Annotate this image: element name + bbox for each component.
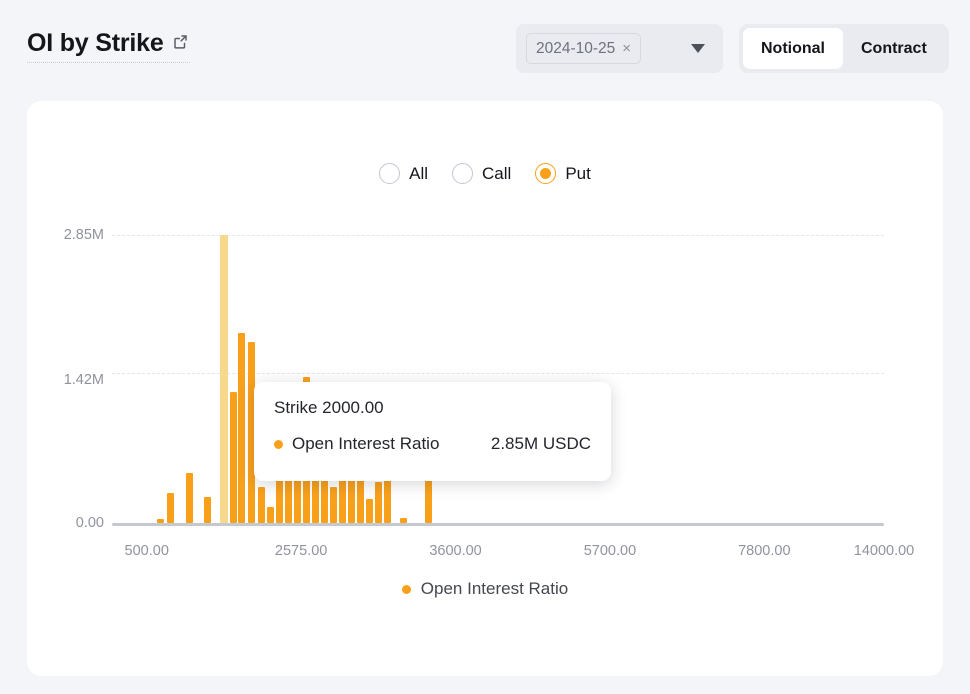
x-axis-tick-label: 500.00 bbox=[124, 543, 169, 559]
chart-tooltip: Strike 2000.00 Open Interest Ratio 2.85M… bbox=[254, 382, 611, 481]
expiry-date-tag[interactable]: 2024-10-25 × bbox=[526, 33, 642, 64]
bar[interactable] bbox=[366, 499, 373, 523]
legend-label-open-interest-ratio: Open Interest Ratio bbox=[420, 579, 569, 598]
radio-label-call: Call bbox=[482, 163, 512, 183]
bar[interactable] bbox=[167, 493, 174, 523]
x-axis-tick-label: 14000.00 bbox=[853, 543, 915, 559]
bar[interactable] bbox=[238, 333, 245, 523]
bar[interactable] bbox=[157, 519, 164, 523]
bar[interactable] bbox=[186, 473, 193, 523]
bar[interactable] bbox=[258, 487, 265, 523]
y-axis-tick-label: 1.42M bbox=[63, 371, 104, 388]
radio-circle-icon bbox=[379, 163, 401, 184]
expiry-date-value: 2024-10-25 bbox=[536, 39, 616, 57]
radio-circle-icon bbox=[452, 163, 474, 184]
chart-plot-area bbox=[112, 235, 884, 526]
bar[interactable] bbox=[204, 497, 211, 523]
remove-date-icon[interactable]: × bbox=[622, 41, 631, 56]
tooltip-series-value: 2.85M USDC bbox=[490, 434, 591, 453]
page-title-group: OI by Strike bbox=[27, 29, 190, 63]
bar[interactable] bbox=[220, 235, 228, 523]
x-axis-line bbox=[112, 523, 884, 526]
expiry-date-select[interactable]: 2024-10-25 × bbox=[516, 24, 723, 73]
y-axis-tick-label: 2.85M bbox=[63, 227, 104, 243]
bar[interactable] bbox=[400, 518, 407, 523]
bar[interactable] bbox=[375, 482, 382, 523]
x-axis-tick-label: 2575.00 bbox=[274, 543, 328, 559]
radio-label-all: All bbox=[409, 163, 429, 183]
x-axis-tick-label: 7800.00 bbox=[738, 543, 791, 559]
y-axis-labels: 0.00 1.42M 2.85M bbox=[27, 227, 104, 531]
oi-by-strike-chart: 0.00 1.42M 2.85M 500.00 2575.00 3600.00 5700.… bbox=[27, 211, 943, 559]
oi-by-strike-page: OI by Strike 2024-10-25 × Notional Contr… bbox=[0, 0, 970, 694]
chevron-down-icon[interactable] bbox=[691, 44, 705, 53]
chart-legend: Open Interest Ratio bbox=[27, 579, 943, 599]
legend-dot-icon bbox=[401, 584, 411, 594]
unit-toggle-group: Notional Contract bbox=[739, 24, 949, 73]
tooltip-series-name: Open Interest Ratio bbox=[292, 434, 440, 453]
bar[interactable] bbox=[267, 507, 274, 523]
tooltip-series-dot-icon bbox=[274, 439, 283, 449]
external-link-icon[interactable] bbox=[172, 33, 190, 51]
option-type-radio-group: All Call Put bbox=[27, 163, 943, 184]
chart-card: All Call Put 0.00 1.42M 2.85M 500.00 257… bbox=[27, 101, 943, 676]
radio-label-put: Put bbox=[565, 163, 591, 183]
x-axis-tick-label: 5700.00 bbox=[583, 543, 637, 559]
x-axis-tick-label: 3600.00 bbox=[429, 543, 482, 559]
page-title: OI by Strike bbox=[27, 29, 164, 57]
radio-option-put[interactable]: Put bbox=[535, 163, 591, 184]
radio-option-all[interactable]: All bbox=[379, 163, 428, 184]
tooltip-title: Strike 2000.00 bbox=[274, 398, 384, 417]
bar[interactable] bbox=[330, 487, 337, 523]
radio-dot-icon bbox=[540, 168, 552, 179]
toggle-notional[interactable]: Notional bbox=[743, 28, 843, 69]
tooltip-series-row: Open Interest Ratio 2.85M USDC bbox=[274, 434, 591, 454]
toggle-contract[interactable]: Contract bbox=[843, 28, 945, 69]
x-axis-labels: 500.00 2575.00 3600.00 5700.00 7800.00 14000.… bbox=[112, 543, 915, 565]
radio-option-call[interactable]: Call bbox=[452, 163, 511, 184]
radio-circle-icon bbox=[535, 163, 557, 184]
bar[interactable] bbox=[230, 392, 237, 523]
y-axis-tick-label: 0.00 bbox=[75, 515, 104, 531]
page-header: OI by Strike 2024-10-25 × Notional Contr… bbox=[0, 0, 970, 101]
